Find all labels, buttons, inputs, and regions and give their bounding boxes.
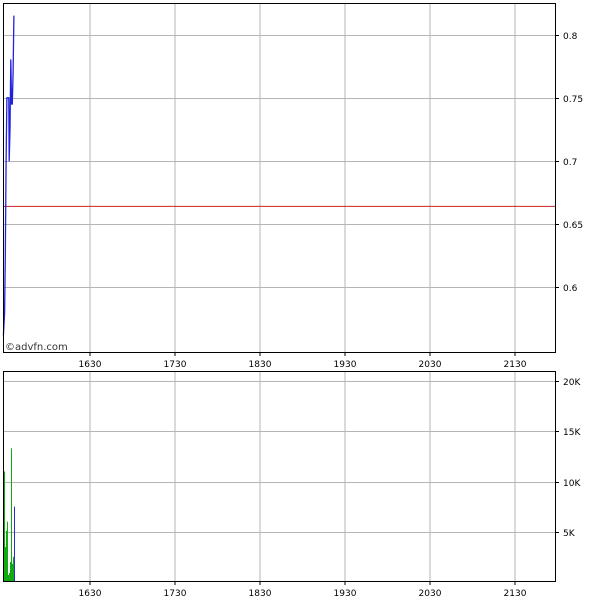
volume-panel: 1630 1730 1830 1930 2030 2130 20K 15K 10K 5K — [3, 371, 581, 599]
x-tick-label: 1830 — [249, 360, 272, 370]
watermark: ©advfn.com — [5, 342, 68, 353]
plot-area — [3, 371, 556, 582]
price-panel: 1630 1730 1830 1930 2030 2130 0.8 0.75 0.7 0.65 0.… — [2, 3, 583, 370]
y-tick-label: 10K — [563, 479, 581, 489]
y-tick-label: 0.7 — [563, 158, 577, 168]
x-tick-label: 2130 — [504, 589, 527, 599]
y-tick-label: 0.75 — [563, 95, 583, 105]
x-tick-label: 1930 — [334, 589, 357, 599]
x-tick-label: 1830 — [249, 589, 272, 599]
x-tick-label: 1630 — [79, 360, 102, 370]
y-tick-label: 0.65 — [563, 221, 583, 231]
x-tick-label: 1930 — [334, 360, 357, 370]
x-tick-label: 1730 — [164, 360, 187, 370]
chart-canvas: 1630 1730 1830 1930 2030 2130 0.8 0.75 0.7 0.65 0.… — [2, 3, 583, 599]
y-tick-label: 15K — [563, 428, 581, 438]
x-tick-label: 1730 — [164, 589, 187, 599]
y-tick-label: 0.6 — [563, 284, 578, 294]
y-tick-label: 0.8 — [563, 32, 578, 42]
x-tick-label: 2030 — [419, 360, 442, 370]
x-tick-label: 2030 — [419, 589, 442, 599]
y-tick-label: 20K — [563, 378, 581, 388]
x-tick-label: 1630 — [79, 589, 102, 599]
x-tick-label: 2130 — [504, 360, 527, 370]
y-tick-label: 5K — [563, 529, 576, 539]
stock-chart: 1630 1730 1830 1930 2030 2130 0.8 0.75 0.7 0.65 0.… — [0, 0, 600, 600]
plot-area — [3, 3, 556, 353]
